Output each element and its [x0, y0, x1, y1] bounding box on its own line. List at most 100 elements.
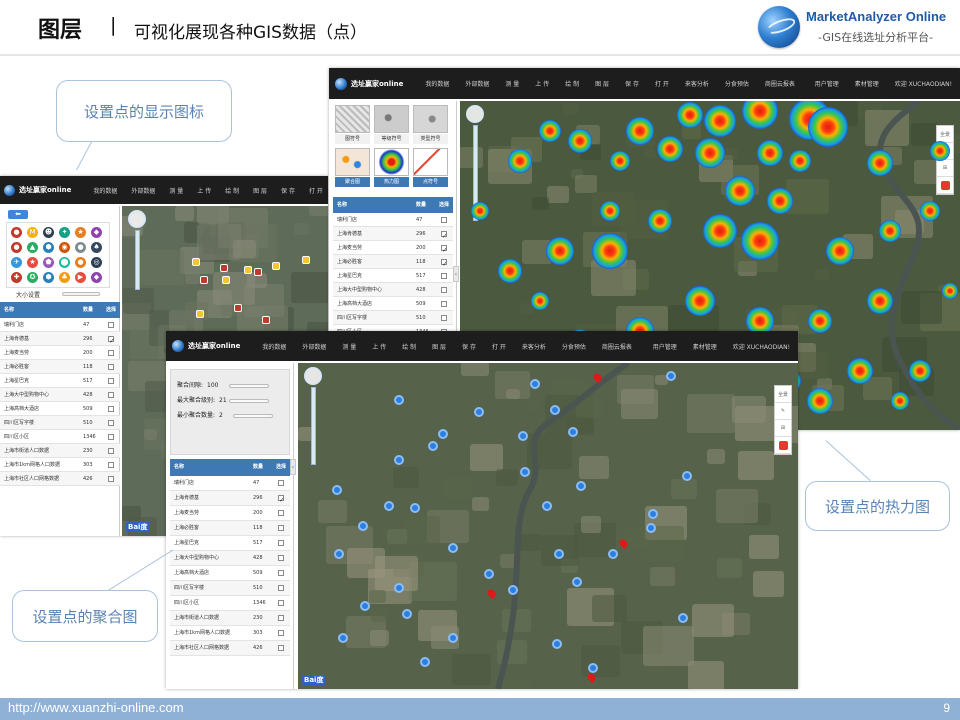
nav-item-upload[interactable]: 上 传: [197, 186, 211, 195]
table-row[interactable]: 瑞利门店 47: [333, 213, 453, 227]
map-tool-button[interactable]: [775, 437, 791, 454]
collapse-panel-handle[interactable]: ‹: [453, 266, 459, 282]
row-checkbox[interactable]: [441, 300, 447, 307]
table-row[interactable]: 上海市社区人口网格数据 426: [0, 472, 120, 486]
cluster-marker[interactable]: [448, 543, 458, 553]
cluster-marker[interactable]: [360, 601, 370, 611]
cluster-marker[interactable]: [550, 405, 560, 415]
table-row[interactable]: 上海麦当劳 200: [333, 241, 453, 257]
marker-style-icon[interactable]: ◆: [91, 227, 102, 238]
map-tool-button[interactable]: [937, 177, 953, 194]
cluster-marker[interactable]: [438, 429, 448, 439]
marker-style-icon[interactable]: ⬟: [43, 257, 54, 268]
marker-style-icon[interactable]: ♣: [59, 272, 70, 283]
cluster-marker[interactable]: [394, 583, 404, 593]
row-checkbox[interactable]: [278, 480, 284, 486]
cluster-marker[interactable]: [682, 471, 692, 481]
cluster-map[interactable]: Bai度 全景 ✎ ⊞: [298, 363, 798, 689]
marker-style-icon[interactable]: ●: [11, 242, 22, 253]
row-checkbox[interactable]: [108, 377, 114, 384]
cluster-marker[interactable]: [648, 509, 658, 519]
marker-style-icon[interactable]: ◆: [91, 272, 102, 283]
collapse-panel-handle[interactable]: ‹: [290, 459, 296, 475]
cluster-marker[interactable]: [666, 371, 676, 381]
nav-item-visitor-analysis[interactable]: 来客分析: [522, 342, 546, 351]
cluster-marker[interactable]: [530, 379, 540, 389]
row-checkbox[interactable]: [278, 570, 284, 576]
nav-item-share-estimate[interactable]: 分食预估: [562, 342, 586, 351]
marker-style-icon[interactable]: ▶: [75, 272, 86, 283]
nav-item-save[interactable]: 保 存: [625, 79, 639, 88]
row-checkbox[interactable]: [108, 419, 114, 426]
map-pan-control[interactable]: [128, 210, 146, 228]
table-row[interactable]: 四川区小区 1346: [0, 430, 120, 444]
marker-style-icon[interactable]: ♠: [91, 242, 102, 253]
row-checkbox[interactable]: [108, 461, 114, 468]
marker-style-icon[interactable]: ✈: [11, 257, 22, 268]
poi-marker-icon[interactable]: [262, 316, 270, 324]
table-row[interactable]: 上海市社区人口网格数据 426: [170, 641, 290, 656]
row-checkbox[interactable]: [108, 349, 114, 356]
nav-item-external-data[interactable]: 外部数据: [131, 186, 155, 195]
nav-item-share-estimate[interactable]: 分食预估: [725, 79, 749, 88]
cluster-marker[interactable]: [394, 395, 404, 405]
cluster-marker[interactable]: [402, 609, 412, 619]
cluster-marker[interactable]: [484, 569, 494, 579]
layer-style-option[interactable]: 类型符号: [413, 105, 448, 145]
row-checkbox[interactable]: [441, 216, 447, 223]
table-row[interactable]: 上海高档大酒店 509: [0, 402, 120, 416]
cluster-marker[interactable]: [646, 523, 656, 533]
table-row[interactable]: 上海肯德基 296: [333, 227, 453, 243]
nav-item-draw[interactable]: 绘 制: [225, 186, 239, 195]
nav-item-open[interactable]: 打 开: [492, 342, 506, 351]
nav-item-upload[interactable]: 上 传: [372, 342, 386, 351]
marker-style-icon[interactable]: ✚: [11, 272, 22, 283]
poi-marker-icon[interactable]: [302, 256, 310, 264]
row-checkbox[interactable]: [278, 585, 284, 591]
map-zoom-slider[interactable]: [135, 230, 140, 290]
poi-marker-icon[interactable]: [244, 266, 252, 274]
table-row[interactable]: 上海星巴克 517: [333, 269, 453, 283]
layer-style-option[interactable]: 等级符号: [374, 105, 409, 145]
table-row[interactable]: 上海肯德基 296: [170, 491, 290, 508]
table-row[interactable]: 上海必胜客 118: [333, 255, 453, 271]
table-row[interactable]: 上海必胜客 118: [170, 521, 290, 536]
row-checkbox[interactable]: [108, 475, 114, 482]
marker-style-icon[interactable]: ▲: [27, 242, 38, 253]
layer-style-option[interactable]: 点符号: [413, 148, 448, 188]
map-pan-control[interactable]: [466, 105, 484, 123]
row-checkbox[interactable]: [278, 510, 284, 516]
table-row[interactable]: 上海高档大酒店 509: [333, 297, 453, 311]
map-zoom-control[interactable]: [304, 367, 324, 465]
map-tool-button[interactable]: ⊞: [775, 420, 791, 437]
marker-style-icon[interactable]: M: [27, 227, 38, 238]
table-row[interactable]: 上海星巴克 517: [0, 374, 120, 388]
poi-marker-icon[interactable]: [222, 276, 230, 284]
cluster-marker[interactable]: [552, 639, 562, 649]
nav-item-layers[interactable]: 图 层: [432, 342, 446, 351]
row-checkbox[interactable]: [278, 630, 284, 636]
row-checkbox[interactable]: [278, 555, 284, 561]
marker-style-icon[interactable]: ⬤: [59, 257, 70, 268]
marker-style-icon[interactable]: ●: [75, 257, 86, 268]
row-checkbox[interactable]: [108, 433, 114, 440]
nav-item-visitor-analysis[interactable]: 来客分析: [685, 79, 709, 88]
cluster-marker[interactable]: [420, 657, 430, 667]
table-row[interactable]: 上海星巴克 517: [170, 536, 290, 551]
nav-item-draw[interactable]: 绘 制: [402, 342, 416, 351]
marker-style-icon[interactable]: ✦: [59, 227, 70, 238]
row-checkbox[interactable]: [108, 321, 114, 328]
table-row[interactable]: 上海麦当劳 200: [170, 506, 290, 521]
nav-item-measure[interactable]: 测 量: [342, 342, 356, 351]
table-row[interactable]: 上海大中型购物中心 428: [170, 551, 290, 566]
table-row[interactable]: 上海麦当劳 200: [0, 346, 120, 360]
footer-url[interactable]: http://www.xuanzhi-online.com: [8, 700, 184, 715]
nav-item-my-data[interactable]: 我的数据: [425, 79, 449, 88]
cluster-marker[interactable]: [576, 481, 586, 491]
row-checkbox[interactable]: [441, 257, 448, 271]
poi-marker-icon[interactable]: [200, 276, 208, 284]
poi-marker-icon[interactable]: [192, 258, 200, 266]
nav-item-open[interactable]: 打 开: [309, 186, 323, 195]
marker-style-icon[interactable]: ◉: [59, 242, 70, 253]
cluster-marker[interactable]: [554, 549, 564, 559]
